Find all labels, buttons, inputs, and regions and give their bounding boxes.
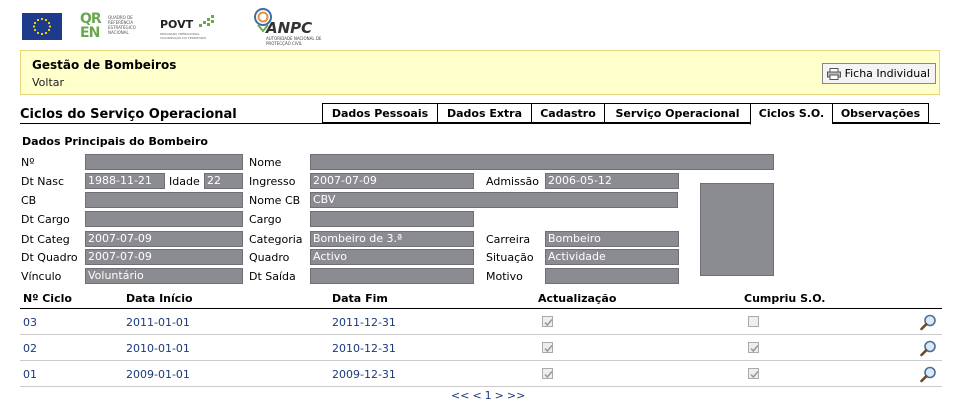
section-title: Ciclos do Serviço Operacional — [20, 107, 237, 122]
vinculo-label: Vínculo — [21, 270, 62, 283]
anpc-logo: ANPC AUTORIDADE NACIONAL DE PROTECÇÃO CI… — [252, 7, 332, 46]
checkmark-icon — [750, 370, 759, 379]
print-individual-button[interactable]: Ficha Individual — [821, 63, 936, 84]
photo-placeholder — [700, 183, 774, 276]
eu-flag-logo — [22, 13, 62, 40]
cell-inicio[interactable]: 2009-01-01 — [126, 368, 190, 381]
dt-quadro-label: Dt Quadro — [21, 251, 78, 264]
vinculo-field: Voluntário — [85, 268, 243, 284]
cell-ciclo[interactable]: 01 — [23, 368, 37, 381]
nome-cb-label: Nome CB — [249, 194, 301, 207]
pager-current-page[interactable]: 1 — [485, 389, 492, 402]
pager-next[interactable]: > — [495, 389, 504, 402]
admissao-label: Admissão — [486, 175, 540, 188]
table-row[interactable]: 03 2011-01-01 2011-12-31 — [20, 309, 942, 335]
nome-label: Nome — [249, 156, 282, 169]
col-header-ciclo[interactable]: Nº Ciclo — [23, 292, 72, 305]
tab-bar: Dados Pessoais Dados Extra Cadastro Serv… — [322, 103, 929, 125]
ingresso-field: 2007-07-09 — [310, 173, 474, 189]
actualizacao-checkbox — [542, 342, 553, 353]
page-title: Gestão de Bombeiros — [32, 58, 177, 72]
page-header: Gestão de Bombeiros Voltar Ficha Individ… — [20, 50, 940, 95]
checkmark-icon — [544, 370, 553, 379]
pagination: << <1 > >> — [451, 389, 528, 402]
idade-field: 22 — [204, 173, 243, 189]
magnifier-icon[interactable] — [920, 314, 937, 331]
pager-prev[interactable]: < — [472, 389, 481, 402]
carreira-label: Carreira — [486, 233, 531, 246]
dt-cargo-label: Dt Cargo — [21, 213, 70, 226]
dt-categ-field: 2007-07-09 — [85, 231, 243, 247]
quadro-label: Quadro — [249, 251, 290, 264]
nome-cb-field: CBV — [310, 192, 678, 208]
table-header: Nº Ciclo Data Início Data Fim Actualizaç… — [20, 292, 942, 309]
dt-nasc-field: 1988-11-21 — [85, 173, 165, 189]
col-header-fim[interactable]: Data Fim — [332, 292, 388, 305]
cell-inicio[interactable]: 2011-01-01 — [126, 316, 190, 329]
categoria-field: Bombeiro de 3.ª — [310, 231, 474, 247]
tab-cadastro[interactable]: Cadastro — [531, 103, 604, 123]
print-button-label: Ficha Individual — [844, 67, 930, 80]
cumpriu-checkbox — [748, 368, 759, 379]
tab-observacoes[interactable]: Observações — [832, 103, 929, 123]
cell-ciclo[interactable]: 03 — [23, 316, 37, 329]
tab-dados-pessoais[interactable]: Dados Pessoais — [322, 103, 437, 123]
back-link[interactable]: Voltar — [32, 76, 64, 89]
printer-icon — [826, 67, 841, 80]
table-row[interactable]: 02 2010-01-01 2010-12-31 — [20, 335, 942, 361]
tab-servico-operacional[interactable]: Serviço Operacional — [604, 103, 750, 123]
cell-ciclo[interactable]: 02 — [23, 342, 37, 355]
checkmark-icon — [544, 344, 553, 353]
dt-quadro-field: 2007-07-09 — [85, 249, 243, 265]
cargo-label: Cargo — [249, 213, 282, 226]
col-header-inicio[interactable]: Data Início — [126, 292, 193, 305]
tab-ciclos-so[interactable]: Ciclos S.O. — [750, 103, 832, 125]
actualizacao-checkbox — [542, 316, 553, 327]
col-header-actualizacao[interactable]: Actualização — [538, 292, 616, 305]
admissao-field: 2006-05-12 — [545, 173, 679, 189]
cell-fim[interactable]: 2010-12-31 — [332, 342, 396, 355]
actualizacao-checkbox — [542, 368, 553, 379]
motivo-field — [545, 268, 679, 284]
numero-field — [85, 154, 243, 170]
dt-saida-field — [310, 268, 474, 284]
quadro-field: Activo — [310, 249, 474, 265]
dt-cargo-field — [85, 211, 243, 227]
categoria-label: Categoria — [249, 233, 303, 246]
pager-last[interactable]: >> — [507, 389, 525, 402]
cumpriu-checkbox — [748, 342, 759, 353]
cell-fim[interactable]: 2011-12-31 — [332, 316, 396, 329]
checkmark-icon — [544, 318, 553, 327]
dt-saida-label: Dt Saída — [249, 270, 296, 283]
pager-first[interactable]: << — [451, 389, 469, 402]
magnifier-icon[interactable] — [920, 366, 937, 383]
situacao-label: Situação — [486, 251, 534, 264]
numero-label: Nº — [21, 156, 35, 169]
magnifier-icon[interactable] — [920, 340, 937, 357]
povt-logo: POVT PROGRAMA OPERACIONAL VALORIZAÇÃO DO… — [160, 14, 220, 44]
idade-label: Idade — [169, 175, 200, 188]
carreira-field: Bombeiro — [545, 231, 679, 247]
cell-fim[interactable]: 2009-12-31 — [332, 368, 396, 381]
nome-field — [310, 154, 774, 170]
cumpriu-checkbox — [748, 316, 759, 327]
cb-field — [85, 192, 243, 208]
checkmark-icon — [750, 344, 759, 353]
logo-bar: QR EN QUADRO DE REFERÊNCIA ESTRATÉGICO NA… — [0, 0, 963, 48]
cargo-field — [310, 211, 474, 227]
cell-inicio[interactable]: 2010-01-01 — [126, 342, 190, 355]
cb-label: CB — [21, 194, 37, 207]
table-row[interactable]: 01 2009-01-01 2009-12-31 — [20, 361, 942, 387]
qren-logo: QR EN QUADRO DE REFERÊNCIA ESTRATÉGICO NA… — [80, 11, 136, 41]
situacao-field: Actividade — [545, 249, 679, 265]
dt-nasc-label: Dt Nasc — [21, 175, 65, 188]
col-header-cumpriu[interactable]: Cumpriu S.O. — [744, 292, 826, 305]
subheading: Dados Principais do Bombeiro — [22, 135, 208, 148]
tab-dados-extra[interactable]: Dados Extra — [437, 103, 531, 123]
dt-categ-label: Dt Categ — [21, 233, 70, 246]
ingresso-label: Ingresso — [249, 175, 296, 188]
motivo-label: Motivo — [486, 270, 523, 283]
